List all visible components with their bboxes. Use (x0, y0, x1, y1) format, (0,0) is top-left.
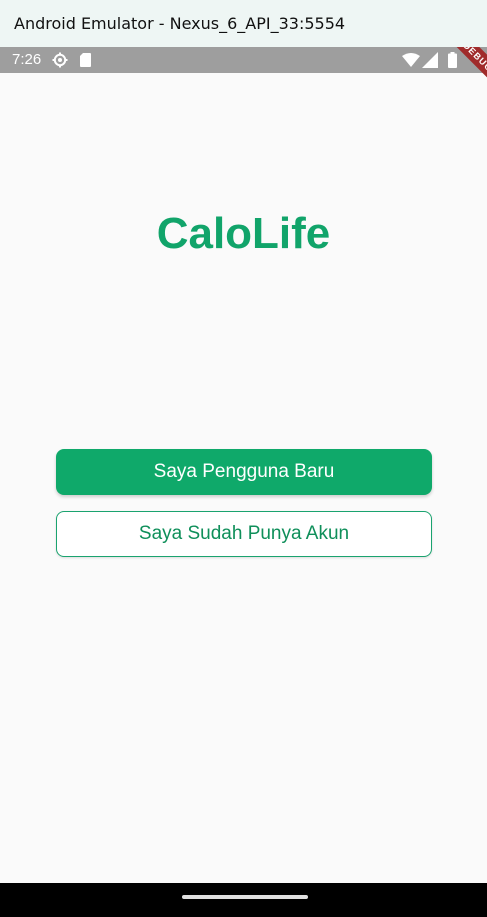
have-account-button-label: Saya Sudah Punya Akun (138, 523, 350, 544)
have-account-button[interactable]: Saya Sudah Punya Akun (56, 511, 432, 557)
gear-icon (52, 52, 68, 68)
device-screen: 7:26 DEBUG CaloLife Saya Pengguna Baru S (0, 47, 487, 917)
battery-icon (448, 52, 457, 68)
navigation-bar (0, 883, 487, 917)
status-bar: 7:26 (0, 47, 487, 73)
new-user-button-label: Saya Pengguna Baru (153, 461, 335, 482)
window-title: Android Emulator - Nexus_6_API_33:5554 (14, 14, 346, 33)
wifi-icon (402, 53, 420, 67)
new-user-button[interactable]: Saya Pengguna Baru (56, 449, 432, 495)
app-title: CaloLife (156, 209, 331, 258)
home-gesture-handle[interactable] (182, 895, 308, 899)
sim-card-icon (80, 53, 91, 67)
emulator-title-bar: Android Emulator - Nexus_6_API_33:5554 (0, 0, 487, 47)
signal-icon (422, 52, 438, 68)
status-time: 7:26 (12, 51, 42, 68)
